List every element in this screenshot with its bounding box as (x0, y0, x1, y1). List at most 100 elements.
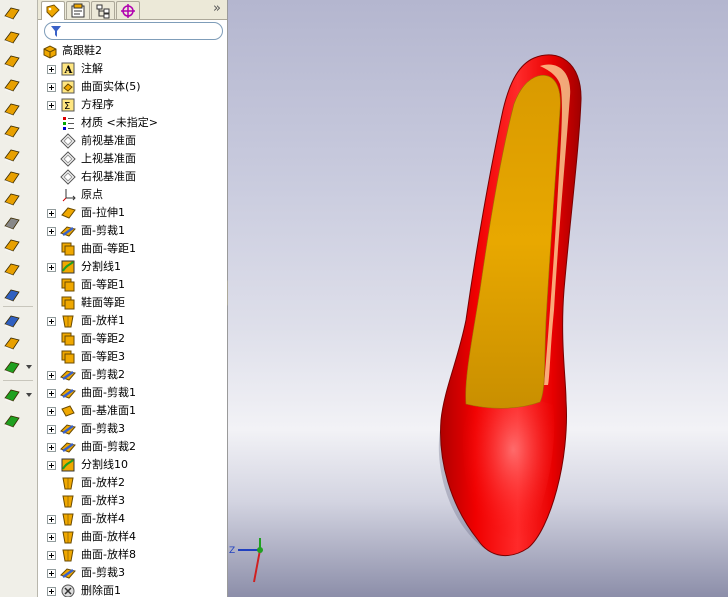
tree-item[interactable]: 右视基准面 (38, 168, 210, 186)
tree-item[interactable]: 面-拉伸1 (38, 204, 210, 222)
expand-toggle-icon[interactable] (47, 209, 56, 218)
tree-item[interactable]: 删除面1 (38, 582, 210, 597)
expand-toggle-icon[interactable] (47, 569, 56, 578)
trim-surface-icon (60, 388, 76, 399)
tree-item-icon (60, 331, 76, 347)
delete-face-icon (61, 584, 75, 597)
annotations-icon: A (61, 62, 75, 76)
curve-tools-icon (4, 389, 20, 403)
tree-item[interactable]: 分割线1 (38, 258, 210, 276)
tree-item-label: 面-剪裁2 (81, 368, 125, 381)
planar-surface-button[interactable] (3, 146, 21, 164)
tree-item[interactable]: 面-剪裁2 (38, 366, 210, 384)
configurationmanager-tab[interactable] (91, 1, 115, 19)
material-icon (63, 117, 74, 130)
expand-toggle-icon[interactable] (47, 65, 56, 74)
svg-text:Σ: Σ (64, 101, 70, 112)
expand-toggle-icon[interactable] (47, 425, 56, 434)
tree-item-label: 鞋面等距 (81, 296, 125, 309)
tree-item[interactable]: 曲面实体(5) (38, 78, 210, 96)
boundary-surface-button[interactable] (3, 100, 21, 118)
trim-surface-button[interactable] (3, 286, 21, 304)
expand-toggle-icon[interactable] (47, 263, 56, 272)
tree-item[interactable]: 曲面-剪裁1 (38, 384, 210, 402)
tree-item[interactable]: A 注解 (38, 60, 210, 78)
expand-toggle-icon[interactable] (47, 371, 56, 380)
tree-item[interactable]: 分割线10 (38, 456, 210, 474)
tree-item-icon (60, 475, 76, 491)
dropdown-arrow-icon[interactable] (26, 393, 32, 397)
tree-item[interactable]: 原点 (38, 186, 210, 204)
tree-item-icon (60, 295, 76, 311)
tree-item[interactable]: 曲面-等距1 (38, 240, 210, 258)
expand-toggle-icon[interactable] (47, 533, 56, 542)
feature-filter-input[interactable] (44, 22, 223, 40)
loft-surface-icon (62, 513, 74, 526)
split-line-icon (61, 260, 75, 274)
tree-item[interactable]: Σ 方程序 (38, 96, 210, 114)
more-tabs-button[interactable]: » (213, 1, 221, 16)
tree-item[interactable]: 面-放样2 (38, 474, 210, 492)
knit-surface-button[interactable] (3, 334, 21, 352)
filled-surface-button[interactable] (3, 122, 21, 140)
tree-item[interactable]: 上视基准面 (38, 150, 210, 168)
expand-toggle-icon[interactable] (47, 317, 56, 326)
tree-item-label: 面-等距2 (81, 332, 125, 345)
tree-item[interactable]: 面-等距3 (38, 348, 210, 366)
expand-toggle-icon[interactable] (47, 101, 56, 110)
tree-item[interactable]: 鞋面等距 (38, 294, 210, 312)
manager-tab-bar: » (38, 0, 227, 20)
extruded-surface-button[interactable] (3, 4, 21, 22)
expand-toggle-icon[interactable] (47, 443, 56, 452)
tree-item[interactable]: 面-放样3 (38, 492, 210, 510)
tree-item[interactable]: 面-剪裁3 (38, 564, 210, 582)
surface-body-button[interactable] (3, 236, 21, 254)
lofted-surface-button[interactable] (3, 76, 21, 94)
tree-item[interactable]: 面-基准面1 (38, 402, 210, 420)
ruled-surface-button[interactable] (3, 190, 21, 208)
tree-item[interactable]: 材质 <未指定> (38, 114, 210, 132)
high-heel-shoe-model[interactable] (228, 0, 728, 597)
split-line-button[interactable] (3, 412, 21, 430)
dimxpert-tab[interactable] (116, 1, 140, 19)
tree-item[interactable]: 面-放样1 (38, 312, 210, 330)
trim-surface-icon (60, 442, 76, 453)
propertymanager-tab[interactable] (66, 1, 90, 19)
expand-toggle-icon[interactable] (47, 587, 56, 596)
expand-toggle-icon[interactable] (47, 461, 56, 470)
revolved-surface-button[interactable] (3, 28, 21, 46)
expand-toggle-icon[interactable] (47, 227, 56, 236)
tree-item[interactable]: 面-剪裁1 (38, 222, 210, 240)
planar-surface-icon (4, 149, 20, 163)
expand-toggle-icon[interactable] (47, 389, 56, 398)
tree-item-label: 分割线1 (81, 260, 121, 273)
extend-surface-button[interactable] (3, 260, 21, 278)
tree-root-item[interactable]: 高跟鞋2 (38, 42, 210, 60)
curve-tools-button[interactable] (3, 386, 21, 404)
tree-item[interactable]: 面-等距2 (38, 330, 210, 348)
expand-toggle-icon[interactable] (47, 551, 56, 560)
featuremanager-tab[interactable] (41, 1, 65, 20)
dropdown-arrow-icon[interactable] (26, 365, 32, 369)
tree-item[interactable]: 面-剪裁3 (38, 420, 210, 438)
expand-toggle-icon[interactable] (47, 515, 56, 524)
tree-item-icon: A (60, 61, 76, 77)
graphics-viewport[interactable]: Z (228, 0, 728, 597)
tree-item-icon (60, 367, 76, 383)
delete-face-button[interactable] (3, 214, 21, 232)
tree-item-label: 曲面-放样4 (81, 530, 136, 543)
tree-item[interactable]: 面-放样4 (38, 510, 210, 528)
swept-surface-button[interactable] (3, 52, 21, 70)
offset-surface-button[interactable] (3, 168, 21, 186)
tree-item[interactable]: 曲面-剪裁2 (38, 438, 210, 456)
tree-item[interactable]: 曲面-放样4 (38, 528, 210, 546)
tree-item[interactable]: 曲面-放样8 (38, 546, 210, 564)
tree-item[interactable]: 面-等距1 (38, 276, 210, 294)
thicken-button[interactable] (3, 358, 21, 376)
tree-item[interactable]: 前视基准面 (38, 132, 210, 150)
untrim-surface-button[interactable] (3, 312, 21, 330)
tree-item-label: 面-放样2 (81, 476, 125, 489)
expand-toggle-icon[interactable] (47, 83, 56, 92)
expand-toggle-icon[interactable] (47, 407, 56, 416)
propertymanager-icon (71, 3, 85, 18)
